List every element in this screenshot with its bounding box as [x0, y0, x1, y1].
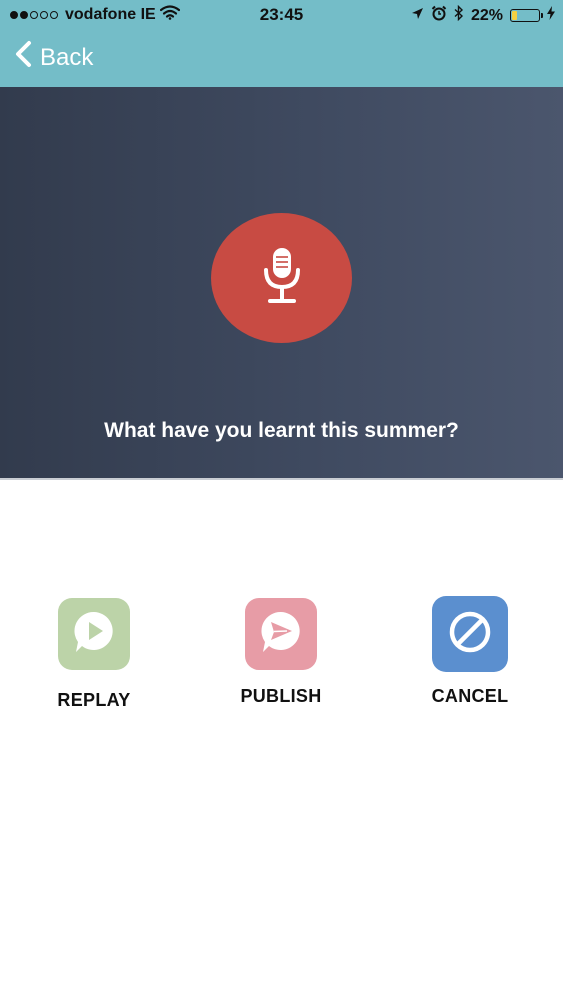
question-prompt: What have you learnt this summer?: [104, 419, 459, 442]
status-bar: vodafone IE 23:45 22%: [0, 0, 563, 30]
cancel-tile: [432, 596, 508, 672]
replay-label: REPLAY: [57, 690, 131, 710]
play-bubble-icon: [70, 608, 118, 661]
bluetooth-icon: [454, 4, 464, 26]
replay-tile: [58, 598, 130, 670]
battery-icon: [510, 9, 543, 22]
back-label: Back: [40, 43, 94, 71]
cancel-label: CANCEL: [431, 686, 509, 706]
chevron-left-icon: [14, 40, 32, 75]
location-arrow-icon: [411, 7, 424, 25]
header-bar: vodafone IE 23:45 22% Back: [0, 0, 563, 87]
battery-nub: [541, 13, 543, 18]
recording-panel: What have you learnt this summer?: [0, 87, 563, 480]
publish-button[interactable]: PUBLISH: [221, 598, 341, 707]
replay-button[interactable]: REPLAY: [36, 598, 152, 711]
battery-percentage: 22%: [470, 6, 503, 24]
no-entry-icon: [446, 608, 494, 661]
publish-label: PUBLISH: [240, 686, 322, 706]
status-icons: 22%: [411, 4, 555, 26]
battery-level-fill: [512, 11, 517, 20]
alarm-icon: [431, 5, 447, 26]
send-bubble-icon: [257, 608, 305, 661]
back-button[interactable]: Back: [14, 40, 93, 75]
microphone-icon: [260, 246, 304, 311]
cancel-button[interactable]: CANCEL: [410, 596, 530, 707]
record-button[interactable]: [211, 213, 352, 343]
charging-bolt-icon: [547, 6, 555, 25]
publish-tile: [245, 598, 317, 670]
